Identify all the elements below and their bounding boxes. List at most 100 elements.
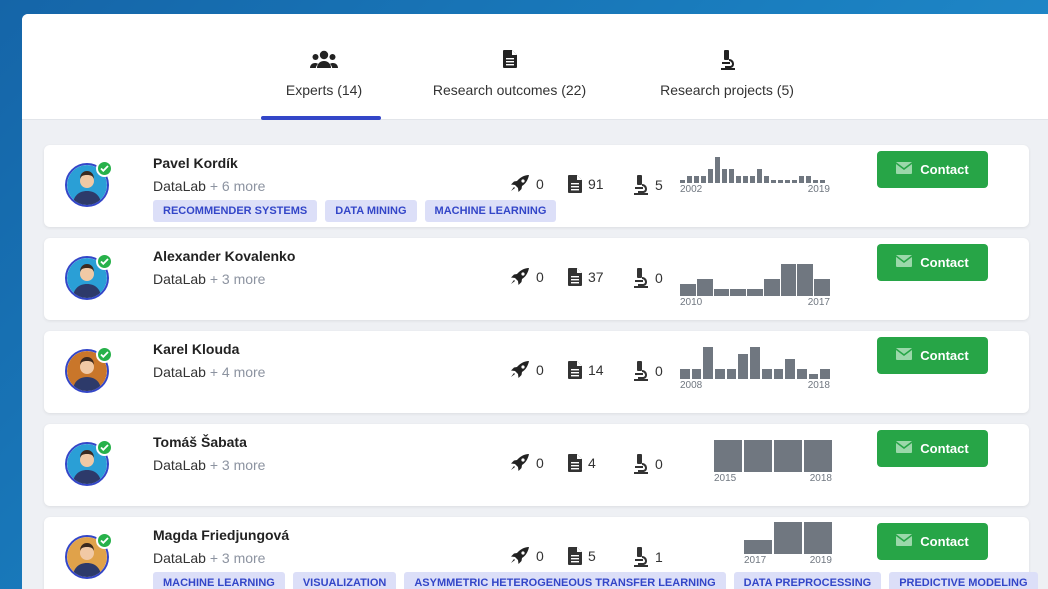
expert-row[interactable]: Tomáš Šabata DataLab + 3 more 0 4 0 2015 2018 C… [44,424,1029,506]
tab-experts[interactable]: Experts (14) [284,50,364,98]
rocket-count: 0 [536,176,544,192]
expert-name[interactable]: Tomáš Šabata [153,434,247,450]
org-name[interactable]: DataLab [153,364,206,380]
verified-check-icon [96,439,113,456]
document-icon [568,361,582,379]
rocket-stat: 0 [510,454,544,472]
keyword-tags: RECOMMENDER SYSTEMS DATA MINING MACHINE LE… [153,200,557,222]
avatar-wrap [65,532,113,579]
document-icon [568,175,582,193]
histogram-bar [757,169,762,183]
tab-research-projects[interactable]: Research projects (5) [657,50,797,98]
keyword-tag[interactable]: RECOMMENDER SYSTEMS [153,200,318,222]
verified-check-icon [96,532,113,549]
histogram-bar [736,176,741,183]
expert-row[interactable]: Karel Klouda DataLab + 4 more 0 14 0 2008 2018… [44,331,1029,413]
keyword-tag[interactable]: DATA MINING [325,200,417,222]
more-affiliations[interactable]: + 3 more [210,271,266,287]
histogram-bar [714,440,742,472]
histogram-bars [744,522,832,554]
keyword-tag[interactable]: DATA PREPROCESSING [733,572,882,589]
histogram-bar [785,359,795,379]
contact-button[interactable]: Contact [877,523,988,560]
projects-count: 5 [655,177,663,193]
expert-name[interactable]: Karel Klouda [153,341,239,357]
histogram-bar [744,540,772,554]
expert-row[interactable]: Magda Friedjungová DataLab + 3 more MACHIN… [44,517,1038,589]
org-name[interactable]: DataLab [153,178,206,194]
avatar-wrap [65,253,113,300]
histogram-bar [804,440,832,472]
histogram-bar [774,522,802,554]
expert-name[interactable]: Alexander Kovalenko [153,248,295,264]
envelope-icon [895,255,913,270]
expert-affiliation: DataLab + 3 more [153,271,265,287]
org-name[interactable]: DataLab [153,550,206,566]
keyword-tag[interactable]: MACHINE LEARNING [153,572,285,589]
outcomes-stat: 4 [568,454,596,472]
histogram-bar [729,169,734,183]
more-affiliations[interactable]: + 3 more [210,550,266,566]
histogram-bar [713,289,730,296]
contact-button[interactable]: Contact [877,430,988,467]
histogram-bar [696,279,713,296]
rocket-count: 0 [536,269,544,285]
histogram-bar [792,180,797,183]
histogram-bar [730,289,747,296]
histogram-bar [761,369,772,379]
publication-histogram: 2008 2018 [680,347,830,391]
histogram-bar [703,347,714,379]
tab-bar: Experts (14) Research outcomes (22) Rese… [22,14,1048,120]
microscope-icon [631,175,649,195]
histogram-bar [808,374,819,379]
expert-affiliation: DataLab + 4 more [153,364,265,380]
expert-row[interactable]: Pavel Kordík DataLab + 6 more RECOMMENDER … [44,145,1029,227]
histogram-bar [694,176,699,183]
rocket-icon [510,454,530,472]
avatar-wrap [65,439,113,486]
microscope-icon [631,268,649,288]
histogram-bar [722,169,727,183]
contact-button[interactable]: Contact [877,244,988,281]
histogram-bars [714,440,832,472]
publication-histogram: 2010 2017 [680,264,831,308]
microscope-icon [631,361,649,381]
document-icon [568,268,582,286]
histogram-bar [785,180,790,183]
outcomes-stat: 5 [568,547,596,565]
keyword-tag[interactable]: PREDICTIVE MODELING [889,572,1038,589]
histogram-bar [701,176,706,183]
contact-button[interactable]: Contact [877,337,988,374]
org-name[interactable]: DataLab [153,271,206,287]
contact-label: Contact [920,534,969,549]
microscope-icon [657,50,797,72]
expert-name[interactable]: Magda Friedjungová [153,527,289,543]
histogram-bar [726,369,737,379]
rocket-count: 0 [536,548,544,564]
contact-button[interactable]: Contact [877,151,988,188]
histogram-bar [804,522,832,554]
year-end: 2019 [807,184,830,195]
more-affiliations[interactable]: + 3 more [210,457,266,473]
more-affiliations[interactable]: + 6 more [210,178,266,194]
results-panel: Experts (14) Research outcomes (22) Rese… [22,14,1048,589]
keyword-tag[interactable]: ASYMMETRIC HETEROGENEOUS TRANSFER LEARNI… [404,572,726,589]
histogram-bar [820,369,830,379]
projects-stat: 0 [631,361,663,381]
expert-name[interactable]: Pavel Kordík [153,155,238,171]
envelope-icon [895,441,913,456]
envelope-icon [895,534,913,549]
keyword-tag[interactable]: VISUALIZATION [292,572,397,589]
histogram-bar [806,176,811,183]
org-name[interactable]: DataLab [153,457,206,473]
expert-row[interactable]: Alexander Kovalenko DataLab + 3 more 0 37 0 2… [44,238,1029,320]
year-start: 2002 [680,184,703,195]
outcomes-count: 37 [588,269,604,285]
keyword-tags: MACHINE LEARNING VISUALIZATION ASYMMETRIC … [153,572,1038,589]
tab-research-outcomes[interactable]: Research outcomes (22) [432,50,587,98]
year-start: 2010 [680,297,703,308]
more-affiliations[interactable]: + 4 more [210,364,266,380]
histogram-bar [691,369,702,379]
keyword-tag[interactable]: MACHINE LEARNING [424,200,557,222]
contact-label: Contact [920,162,969,177]
